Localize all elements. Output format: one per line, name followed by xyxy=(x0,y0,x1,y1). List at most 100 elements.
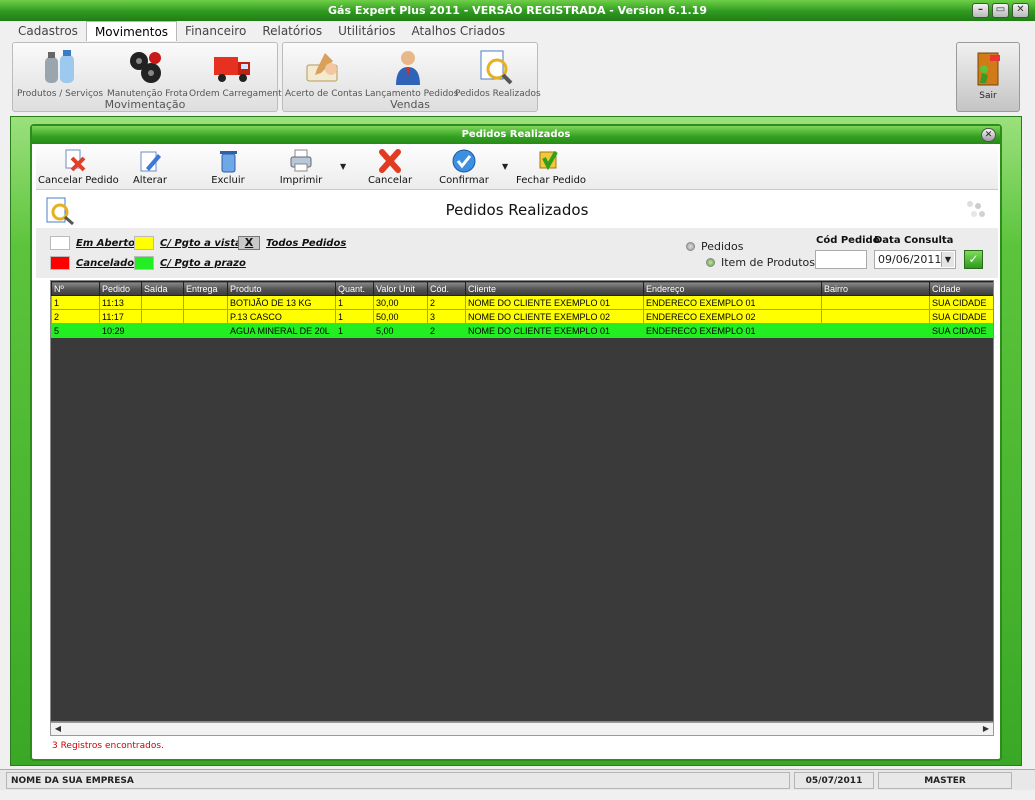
tab-utilitarios[interactable]: Utilitários xyxy=(330,21,403,41)
column-header[interactable]: Pedido xyxy=(99,281,142,296)
tab-atalhos[interactable]: Atalhos Criados xyxy=(404,21,514,41)
table-cell: 2 xyxy=(427,295,466,310)
close-app-button[interactable]: ✕ xyxy=(1012,3,1029,18)
table-cell: 10:29 xyxy=(99,323,142,338)
table-cell: SUA CIDADE xyxy=(929,295,993,310)
print-dropdown-arrow-icon[interactable]: ▼ xyxy=(340,162,346,171)
column-header[interactable]: Nº xyxy=(51,281,100,296)
ribbon-tabs: Cadastros Movimentos Financeiro Relatóri… xyxy=(10,21,513,41)
scroll-left-icon[interactable]: ◀ xyxy=(51,723,65,735)
legend-all[interactable]: X Todos Pedidos xyxy=(238,236,346,250)
radio-orders[interactable]: Pedidos xyxy=(686,240,744,253)
column-header[interactable]: Cliente xyxy=(465,281,644,296)
edit-button[interactable]: Alterar xyxy=(128,148,172,186)
close-order-button[interactable]: Fechar Pedido xyxy=(516,148,586,186)
radio-items[interactable]: Item de Produtos xyxy=(706,256,815,269)
order-entry-button[interactable]: Lançamento Pedidos xyxy=(365,47,458,99)
table-cell: 5 xyxy=(51,323,100,338)
table-cell: BOTIJÃO DE 13 KG xyxy=(227,295,336,310)
exit-door-icon xyxy=(977,52,1000,86)
order-code-input[interactable] xyxy=(815,250,867,269)
edit-label: Alterar xyxy=(132,175,168,186)
print-button[interactable]: Imprimir xyxy=(276,148,326,186)
legend-open[interactable]: Em Aberto xyxy=(50,236,135,250)
window-close-button[interactable]: ✕ xyxy=(981,128,996,142)
table-cell: 11:13 xyxy=(99,295,142,310)
column-header[interactable]: Cidade xyxy=(929,281,993,296)
fleet-maintenance-button[interactable]: Manutenção Frota xyxy=(107,47,188,99)
gas-cylinder-icon xyxy=(45,50,74,83)
radio-items-dot xyxy=(706,258,715,267)
table-header-row: Nº Pedido Saída Entrega Produto Quant. Valor U… xyxy=(51,281,993,296)
minimize-button[interactable]: – xyxy=(972,3,989,18)
tab-movimentos[interactable]: Movimentos xyxy=(85,21,178,41)
filters-panel: Em Aberto C/ Pgto a vista X Todos Pedido… xyxy=(36,228,998,278)
account-settlement-button[interactable]: Acerto de Contas xyxy=(285,47,362,99)
trash-icon xyxy=(220,151,237,173)
table-cell: ENDERECO EXEMPLO 01 xyxy=(643,295,822,310)
confirm-button[interactable]: Confirmar xyxy=(438,148,490,186)
cancel-button[interactable]: Cancelar xyxy=(366,148,414,186)
table-body: 1 11:13 BOTIJÃO DE 13 KG 1 30,00 2 NOME DO CLI… xyxy=(51,295,993,338)
column-header[interactable]: Cód. xyxy=(427,281,466,296)
table-cell xyxy=(821,309,930,324)
delete-label: Excluir xyxy=(211,175,245,186)
group-vendas: Acerto de Contas Lançamento Pedidos Pedi… xyxy=(282,42,541,112)
horizontal-scrollbar[interactable]: ◀ ▶ xyxy=(50,722,994,736)
products-services-button[interactable]: Produtos / Serviços xyxy=(17,47,103,99)
apply-filter-button[interactable]: ✓ xyxy=(964,250,983,269)
cancel-order-button[interactable]: Cancelar Pedido xyxy=(38,148,119,186)
scroll-right-icon[interactable]: ▶ xyxy=(979,723,993,735)
table-cell: 3 xyxy=(427,309,466,324)
column-header[interactable]: Valor Unit xyxy=(373,281,428,296)
tab-relatorios[interactable]: Relatórios xyxy=(254,21,330,41)
column-header[interactable]: Bairro xyxy=(821,281,930,296)
tab-financeiro[interactable]: Financeiro xyxy=(177,21,254,41)
truck-icon xyxy=(214,57,250,82)
confirm-label: Confirmar xyxy=(439,175,489,186)
group-movimentacao: Produtos / Serviços Manutenção Frota Ord… xyxy=(12,42,287,112)
date-dropdown-arrow-icon[interactable]: ▼ xyxy=(941,252,954,267)
table-row[interactable]: 5 10:29 AGUA MINERAL DE 20L 1 5,00 2 NOME DO C… xyxy=(51,323,993,338)
radio-items-label: Item de Produtos xyxy=(721,256,815,269)
delete-button[interactable]: Excluir xyxy=(206,148,250,186)
check-icon xyxy=(452,149,476,173)
confirm-dropdown-arrow-icon[interactable]: ▼ xyxy=(502,162,508,171)
column-header[interactable]: Saída xyxy=(141,281,184,296)
app-title: Gás Expert Plus 2011 - VERSÃO REGISTRADA… xyxy=(328,4,707,17)
column-header[interactable]: Endereço xyxy=(643,281,822,296)
all-orders-checkbox[interactable]: X xyxy=(238,236,260,250)
column-header[interactable]: Entrega xyxy=(183,281,228,296)
status-company: NOME DA SUA EMPRESA xyxy=(6,772,790,789)
tires-icon xyxy=(130,52,161,83)
group-movimentacao-label: Movimentação xyxy=(104,98,186,111)
legend-cancelled-swatch xyxy=(50,256,70,270)
table-cell xyxy=(183,323,228,338)
tab-cadastros[interactable]: Cadastros xyxy=(10,21,86,41)
app-title-bar: Gás Expert Plus 2011 - VERSÃO REGISTRADA… xyxy=(0,0,1035,21)
table-cell: 1 xyxy=(51,295,100,310)
legend-cancelled[interactable]: Cancelado xyxy=(50,256,134,270)
edit-icon xyxy=(140,151,161,172)
legend-term[interactable]: C/ Pgto a prazo xyxy=(134,256,246,270)
legend-cash[interactable]: C/ Pgto a vista xyxy=(134,236,242,250)
table-cell xyxy=(821,323,930,338)
column-header[interactable]: Produto xyxy=(227,281,336,296)
legend-term-swatch xyxy=(134,256,154,270)
legend-cancelled-label: Cancelado xyxy=(76,257,135,269)
column-header[interactable]: Quant. xyxy=(335,281,374,296)
table-cell xyxy=(141,295,184,310)
table-cell: NOME DO CLIENTE EXEMPLO 01 xyxy=(465,323,644,338)
search-document-icon xyxy=(480,50,513,85)
table-cell xyxy=(183,309,228,324)
date-select[interactable]: 09/06/2011 ▼ xyxy=(874,250,956,269)
table-row[interactable]: 2 11:17 P.13 CASCO 1 50,00 3 NOME DO CLIENTE E… xyxy=(51,309,993,324)
loading-order-button[interactable]: Ordem Carregamento xyxy=(189,47,287,99)
completed-orders-button[interactable]: Pedidos Realizados xyxy=(455,47,541,99)
table-row[interactable]: 1 11:13 BOTIJÃO DE 13 KG 1 30,00 2 NOME DO CLI… xyxy=(51,295,993,310)
table-cell: 5,00 xyxy=(373,323,428,338)
exit-button[interactable]: Sair xyxy=(956,42,1020,112)
maximize-button[interactable]: ▭ xyxy=(992,3,1009,18)
orders-window-title-text: Pedidos Realizados xyxy=(461,129,571,140)
table-cell: 1 xyxy=(335,309,374,324)
